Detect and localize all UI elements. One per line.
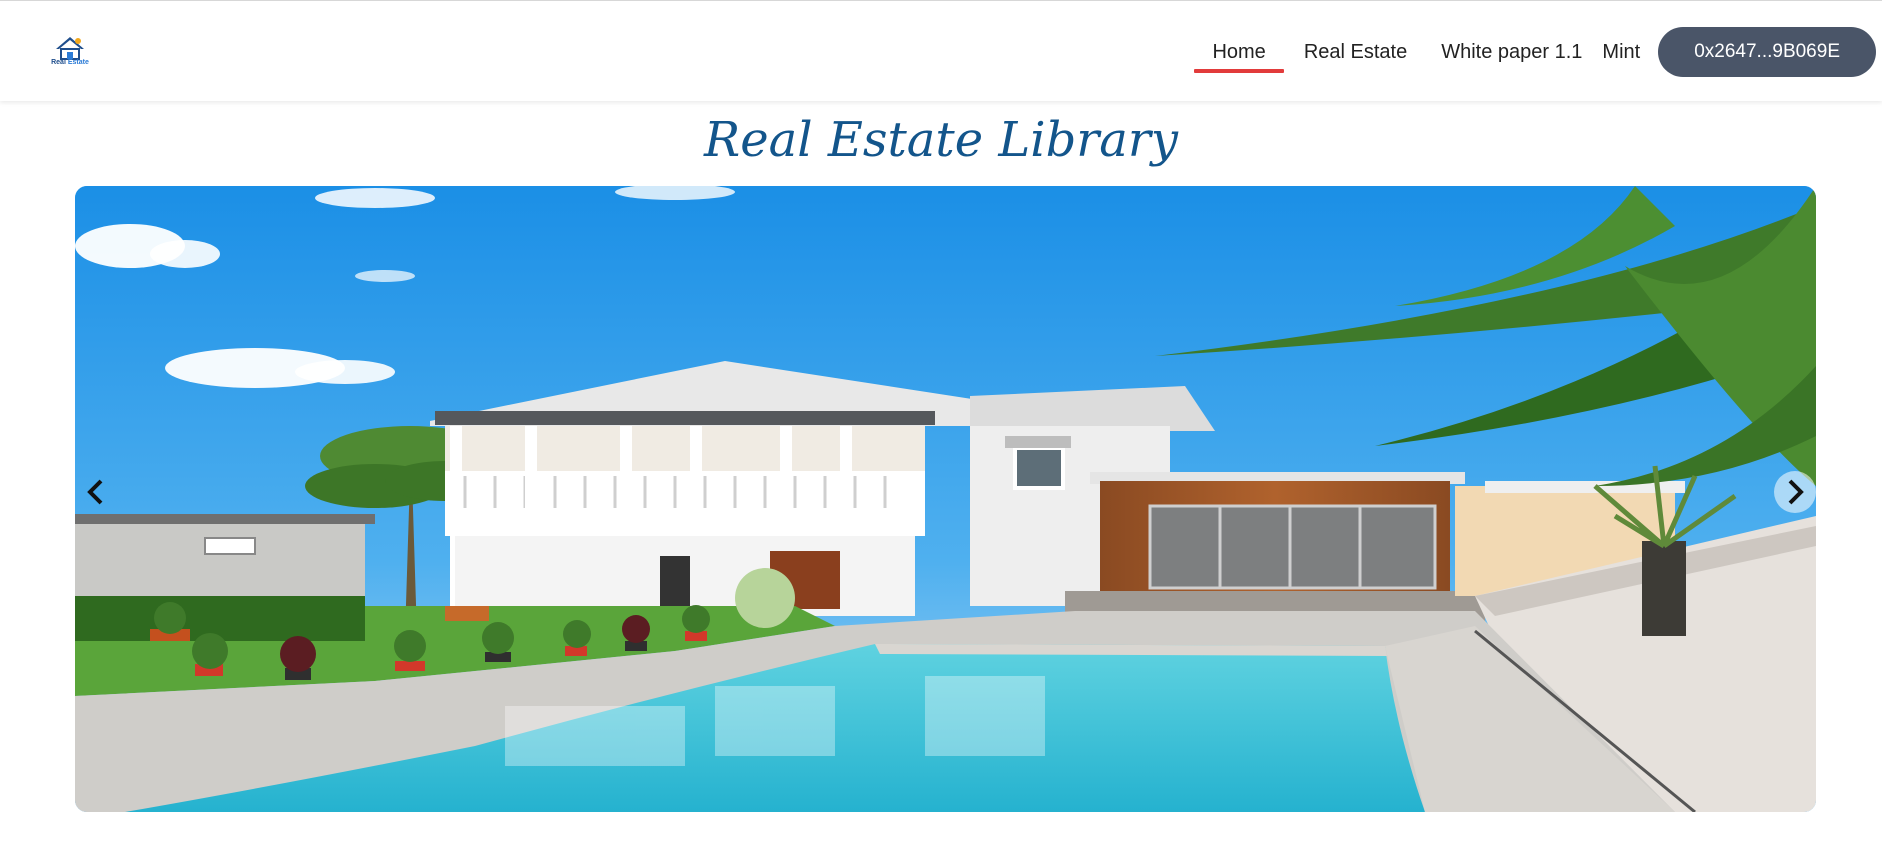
logo-text-primary: Real bbox=[51, 59, 66, 66]
chevron-left-icon bbox=[87, 479, 103, 505]
wallet-address-button[interactable]: 0x2647...9B069E bbox=[1658, 27, 1876, 77]
main-nav: Home Real Estate White paper 1.1 Mint 0x… bbox=[1192, 27, 1876, 77]
site-header: Real Estate Home Real Estate White paper… bbox=[0, 0, 1882, 101]
house-logo-icon bbox=[56, 37, 84, 60]
carousel-image bbox=[75, 186, 1816, 812]
chevron-right-icon bbox=[1788, 479, 1804, 505]
nav-home[interactable]: Home bbox=[1192, 27, 1285, 77]
page-title: Real Estate Library bbox=[704, 112, 1178, 168]
carousel-prev-button[interactable] bbox=[75, 471, 117, 513]
logo-text: Real Estate bbox=[48, 59, 92, 66]
nav-mint[interactable]: Mint bbox=[1592, 27, 1650, 77]
logo[interactable]: Real Estate bbox=[48, 35, 92, 71]
image-carousel[interactable] bbox=[75, 186, 1816, 812]
logo-text-secondary: Estate bbox=[67, 59, 89, 66]
carousel-next-button[interactable] bbox=[1774, 471, 1816, 513]
nav-white-paper[interactable]: White paper 1.1 bbox=[1431, 27, 1592, 77]
nav-real-estate[interactable]: Real Estate bbox=[1294, 27, 1417, 77]
